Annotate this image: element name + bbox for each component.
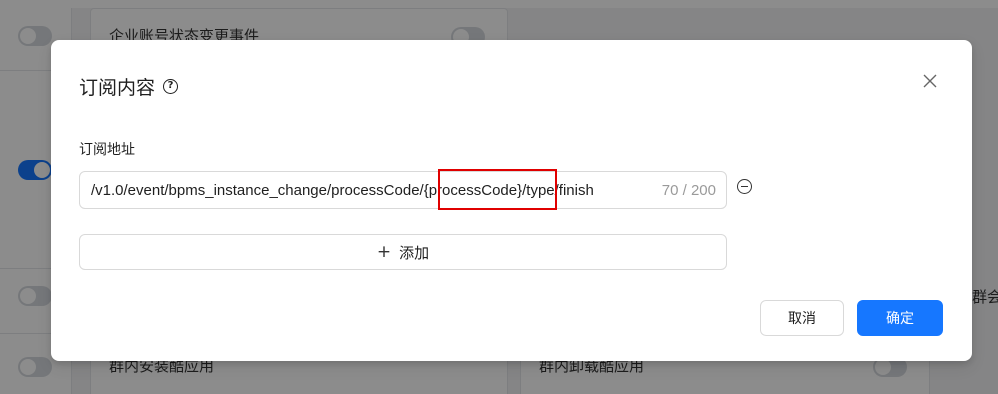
question-circle-icon[interactable]: ? [163,78,179,94]
close-icon[interactable] [919,70,941,92]
subscription-url-label: 订阅地址 [79,142,135,158]
subscription-url-input[interactable] [91,172,654,208]
subscription-modal: 订阅内容 ? 订阅地址 70 / 200 + 添加 取消 确定 [51,40,972,361]
add-url-label: 添加 [399,243,430,262]
confirm-button[interactable]: 确定 [857,300,943,336]
modal-title-text: 订阅内容 [79,76,156,99]
modal-title: 订阅内容 ? [79,73,179,99]
subscription-url-field[interactable]: 70 / 200 [79,171,727,209]
char-count: 70 / 200 [661,181,716,199]
plus-icon: + [376,241,392,262]
minus-circle-icon[interactable] [737,179,752,194]
add-url-button[interactable]: + 添加 [79,234,727,270]
cancel-button[interactable]: 取消 [760,300,844,336]
